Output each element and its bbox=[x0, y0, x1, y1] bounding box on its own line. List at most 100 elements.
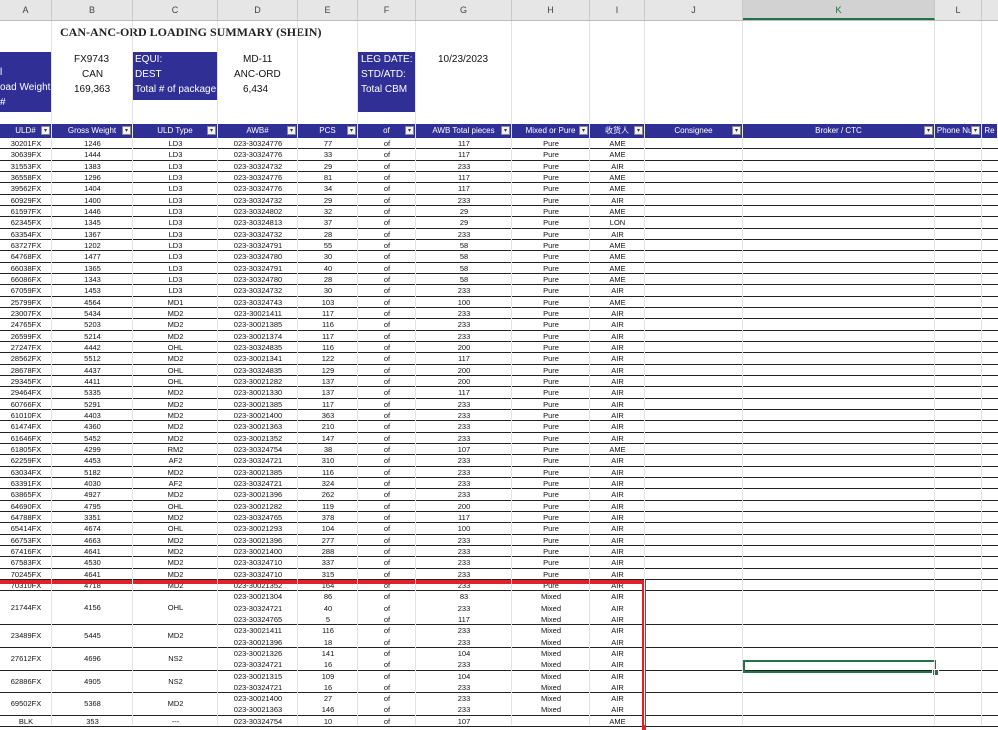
table-cell[interactable]: 233 bbox=[416, 569, 512, 580]
table-header-cell[interactable]: Broker / CTC ▾ bbox=[743, 124, 935, 138]
table-cell[interactable]: 61805FX bbox=[0, 444, 52, 455]
table-cell[interactable]: 233 bbox=[416, 285, 512, 296]
table-cell[interactable]: 023-30324710 bbox=[218, 569, 298, 580]
table-cell[interactable]: 29 bbox=[416, 206, 512, 217]
table-cell[interactable]: 023-30021352 bbox=[218, 433, 298, 444]
table-cell[interactable]: 29 bbox=[298, 161, 358, 172]
table-cell[interactable]: AIR bbox=[590, 285, 645, 296]
filter-dropdown-icon[interactable]: ▾ bbox=[579, 126, 588, 135]
table-cell[interactable]: 363 bbox=[298, 410, 358, 421]
table-cell[interactable]: Pure bbox=[512, 569, 590, 580]
table-cell[interactable]: Pure bbox=[512, 478, 590, 489]
table-cell[interactable]: 1365 bbox=[52, 263, 133, 274]
table-cell[interactable]: MD2 bbox=[133, 331, 218, 342]
table-cell[interactable]: Pure bbox=[512, 546, 590, 557]
table-cell[interactable]: of bbox=[358, 455, 416, 466]
table-cell[interactable]: 65414FX bbox=[0, 523, 52, 534]
table-cell[interactable]: Pure bbox=[512, 376, 590, 387]
table-cell[interactable]: 233 bbox=[416, 557, 512, 568]
table-cell[interactable]: 23007FX bbox=[0, 308, 52, 319]
table-cell[interactable]: of bbox=[358, 308, 416, 319]
table-header-cell[interactable]: Gross Weight ▾ bbox=[52, 124, 133, 138]
table-cell[interactable]: 233 bbox=[416, 319, 512, 330]
table-cell[interactable]: 023-30324802 bbox=[218, 206, 298, 217]
table-cell[interactable]: 1446 bbox=[52, 206, 133, 217]
table-cell[interactable]: 023-30324791 bbox=[218, 240, 298, 251]
table-cell[interactable]: of bbox=[358, 501, 416, 512]
table-cell[interactable]: 103 bbox=[298, 297, 358, 308]
table-cell[interactable]: 233 bbox=[416, 161, 512, 172]
table-cell[interactable]: 1367 bbox=[52, 229, 133, 240]
filter-dropdown-icon[interactable]: ▾ bbox=[634, 126, 643, 135]
table-cell[interactable]: 1400 bbox=[52, 195, 133, 206]
table-cell[interactable]: 1383 bbox=[52, 161, 133, 172]
table-cell[interactable]: LON bbox=[590, 217, 645, 228]
table-cell[interactable]: AIR bbox=[590, 512, 645, 523]
table-cell[interactable]: Pure bbox=[512, 172, 590, 183]
table-cell[interactable]: 023-30324743 bbox=[218, 297, 298, 308]
table-cell[interactable]: Pure bbox=[512, 523, 590, 534]
table-cell[interactable]: AME bbox=[590, 297, 645, 308]
table-cell[interactable]: of bbox=[358, 387, 416, 398]
table-cell[interactable]: 023-30021396 bbox=[218, 489, 298, 500]
table-cell[interactable]: of bbox=[358, 353, 416, 364]
table-cell[interactable]: of bbox=[358, 138, 416, 149]
table-cell[interactable]: Pure bbox=[512, 251, 590, 262]
table-cell[interactable]: 4442 bbox=[52, 342, 133, 353]
table-cell[interactable]: 29 bbox=[298, 195, 358, 206]
table-cell[interactable]: 1453 bbox=[52, 285, 133, 296]
table-cell[interactable]: 58 bbox=[416, 274, 512, 285]
table-cell[interactable]: AIR bbox=[590, 489, 645, 500]
table-cell[interactable]: of bbox=[358, 263, 416, 274]
table-cell[interactable]: AME bbox=[590, 149, 645, 160]
table-cell[interactable]: AIR bbox=[590, 161, 645, 172]
table-cell[interactable]: 4403 bbox=[52, 410, 133, 421]
table-cell[interactable]: LD3 bbox=[133, 263, 218, 274]
table-cell[interactable]: 023-30324765 bbox=[218, 512, 298, 523]
filter-dropdown-icon[interactable]: ▾ bbox=[207, 126, 216, 135]
table-cell[interactable]: 023-30324813 bbox=[218, 217, 298, 228]
table-cell[interactable]: AIR bbox=[590, 569, 645, 580]
active-cell[interactable] bbox=[743, 660, 936, 673]
table-cell[interactable]: 5452 bbox=[52, 433, 133, 444]
table-cell[interactable]: of bbox=[358, 444, 416, 455]
table-cell[interactable]: AIR bbox=[590, 410, 645, 421]
table-cell[interactable]: 67059FX bbox=[0, 285, 52, 296]
table-cell[interactable]: AME bbox=[590, 263, 645, 274]
table-cell[interactable]: 28678FX bbox=[0, 365, 52, 376]
table-cell[interactable]: 100 bbox=[416, 523, 512, 534]
table-cell[interactable]: 64690FX bbox=[0, 501, 52, 512]
table-cell[interactable]: 023-30021293 bbox=[218, 523, 298, 534]
table-cell[interactable]: of bbox=[358, 535, 416, 546]
table-cell[interactable]: 30 bbox=[298, 285, 358, 296]
table-cell[interactable]: of bbox=[358, 161, 416, 172]
table-cell[interactable]: of bbox=[358, 512, 416, 523]
table-cell[interactable]: LD3 bbox=[133, 161, 218, 172]
table-cell[interactable]: 210 bbox=[298, 421, 358, 432]
table-cell[interactable]: of bbox=[358, 183, 416, 194]
table-cell[interactable]: 233 bbox=[416, 467, 512, 478]
table-cell[interactable]: MD2 bbox=[133, 353, 218, 364]
table-cell[interactable]: 233 bbox=[416, 455, 512, 466]
table-cell[interactable]: LD3 bbox=[133, 172, 218, 183]
table-cell[interactable]: 023-30324776 bbox=[218, 183, 298, 194]
table-cell[interactable]: MD2 bbox=[133, 557, 218, 568]
table-cell[interactable]: 288 bbox=[298, 546, 358, 557]
table-cell[interactable]: LD3 bbox=[133, 229, 218, 240]
table-cell[interactable]: 023-30021400 bbox=[218, 410, 298, 421]
table-cell[interactable]: 4564 bbox=[52, 297, 133, 308]
table-cell[interactable]: of bbox=[358, 251, 416, 262]
table-cell[interactable]: 1202 bbox=[52, 240, 133, 251]
table-cell[interactable]: 023-30324835 bbox=[218, 342, 298, 353]
table-cell[interactable]: 64768FX bbox=[0, 251, 52, 262]
table-cell[interactable]: 63865FX bbox=[0, 489, 52, 500]
table-cell[interactable]: Pure bbox=[512, 149, 590, 160]
table-cell[interactable]: 32 bbox=[298, 206, 358, 217]
table-cell[interactable]: OHL bbox=[133, 365, 218, 376]
table-cell[interactable]: 023-30324776 bbox=[218, 149, 298, 160]
table-cell[interactable]: 233 bbox=[416, 535, 512, 546]
table-cell[interactable]: of bbox=[358, 421, 416, 432]
table-cell[interactable]: 117 bbox=[416, 138, 512, 149]
table-cell[interactable]: AIR bbox=[590, 342, 645, 353]
table-cell[interactable]: RM2 bbox=[133, 444, 218, 455]
